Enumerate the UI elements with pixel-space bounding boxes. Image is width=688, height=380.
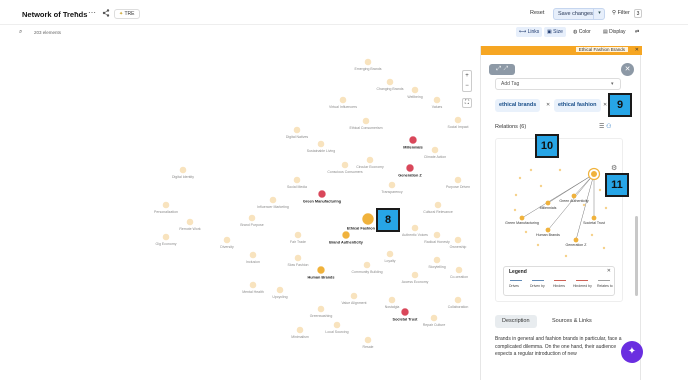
mini-graph-dot xyxy=(582,203,586,207)
relation-node-label: Generation Z xyxy=(566,243,588,247)
mini-graph-dot xyxy=(539,184,543,188)
mini-graph-dot xyxy=(529,168,533,172)
annotation-badge-11: 11 xyxy=(605,173,629,197)
relation-node-label: Human Brands xyxy=(536,233,560,237)
relation-node-label: Societal Trust xyxy=(583,221,605,225)
selected-node-core xyxy=(591,171,597,177)
mini-graph-dot xyxy=(598,188,602,192)
mini-graph-dot xyxy=(524,230,528,234)
mini-graph-dot xyxy=(590,233,594,237)
mini-graph-dot xyxy=(602,246,606,250)
annotation-badge-9: 9 xyxy=(608,93,632,117)
mini-graph-dot xyxy=(518,176,522,180)
annotation-badge-10: 10 xyxy=(535,134,559,158)
relations-mini-graph: MillennialsGreen Authenticity Green Manuf… xyxy=(505,164,617,258)
mini-graph-dot xyxy=(558,168,562,172)
mini-graph-dot xyxy=(604,206,608,210)
relation-node-label: Millennials xyxy=(540,206,557,210)
relation-node[interactable] xyxy=(545,200,551,206)
relation-node[interactable] xyxy=(571,193,577,199)
relation-node[interactable] xyxy=(573,237,579,243)
relation-node[interactable] xyxy=(545,227,551,233)
mini-graph-dot xyxy=(513,208,517,212)
relation-node[interactable] xyxy=(591,215,597,221)
annotation-badge-8: 8 xyxy=(376,208,400,232)
settings-gear-icon[interactable]: ⚙ xyxy=(611,164,617,172)
ai-assistant-button[interactable]: ✦ xyxy=(621,341,643,363)
relation-node[interactable] xyxy=(519,215,525,221)
mini-graph-dot xyxy=(514,193,518,197)
mini-graph-dot xyxy=(536,243,540,247)
relation-edge xyxy=(521,173,595,219)
relation-node-label: Green Manufacturing xyxy=(505,221,539,225)
relation-node-label: Green Authenticity xyxy=(559,199,589,203)
mini-graph-dot xyxy=(564,254,568,258)
